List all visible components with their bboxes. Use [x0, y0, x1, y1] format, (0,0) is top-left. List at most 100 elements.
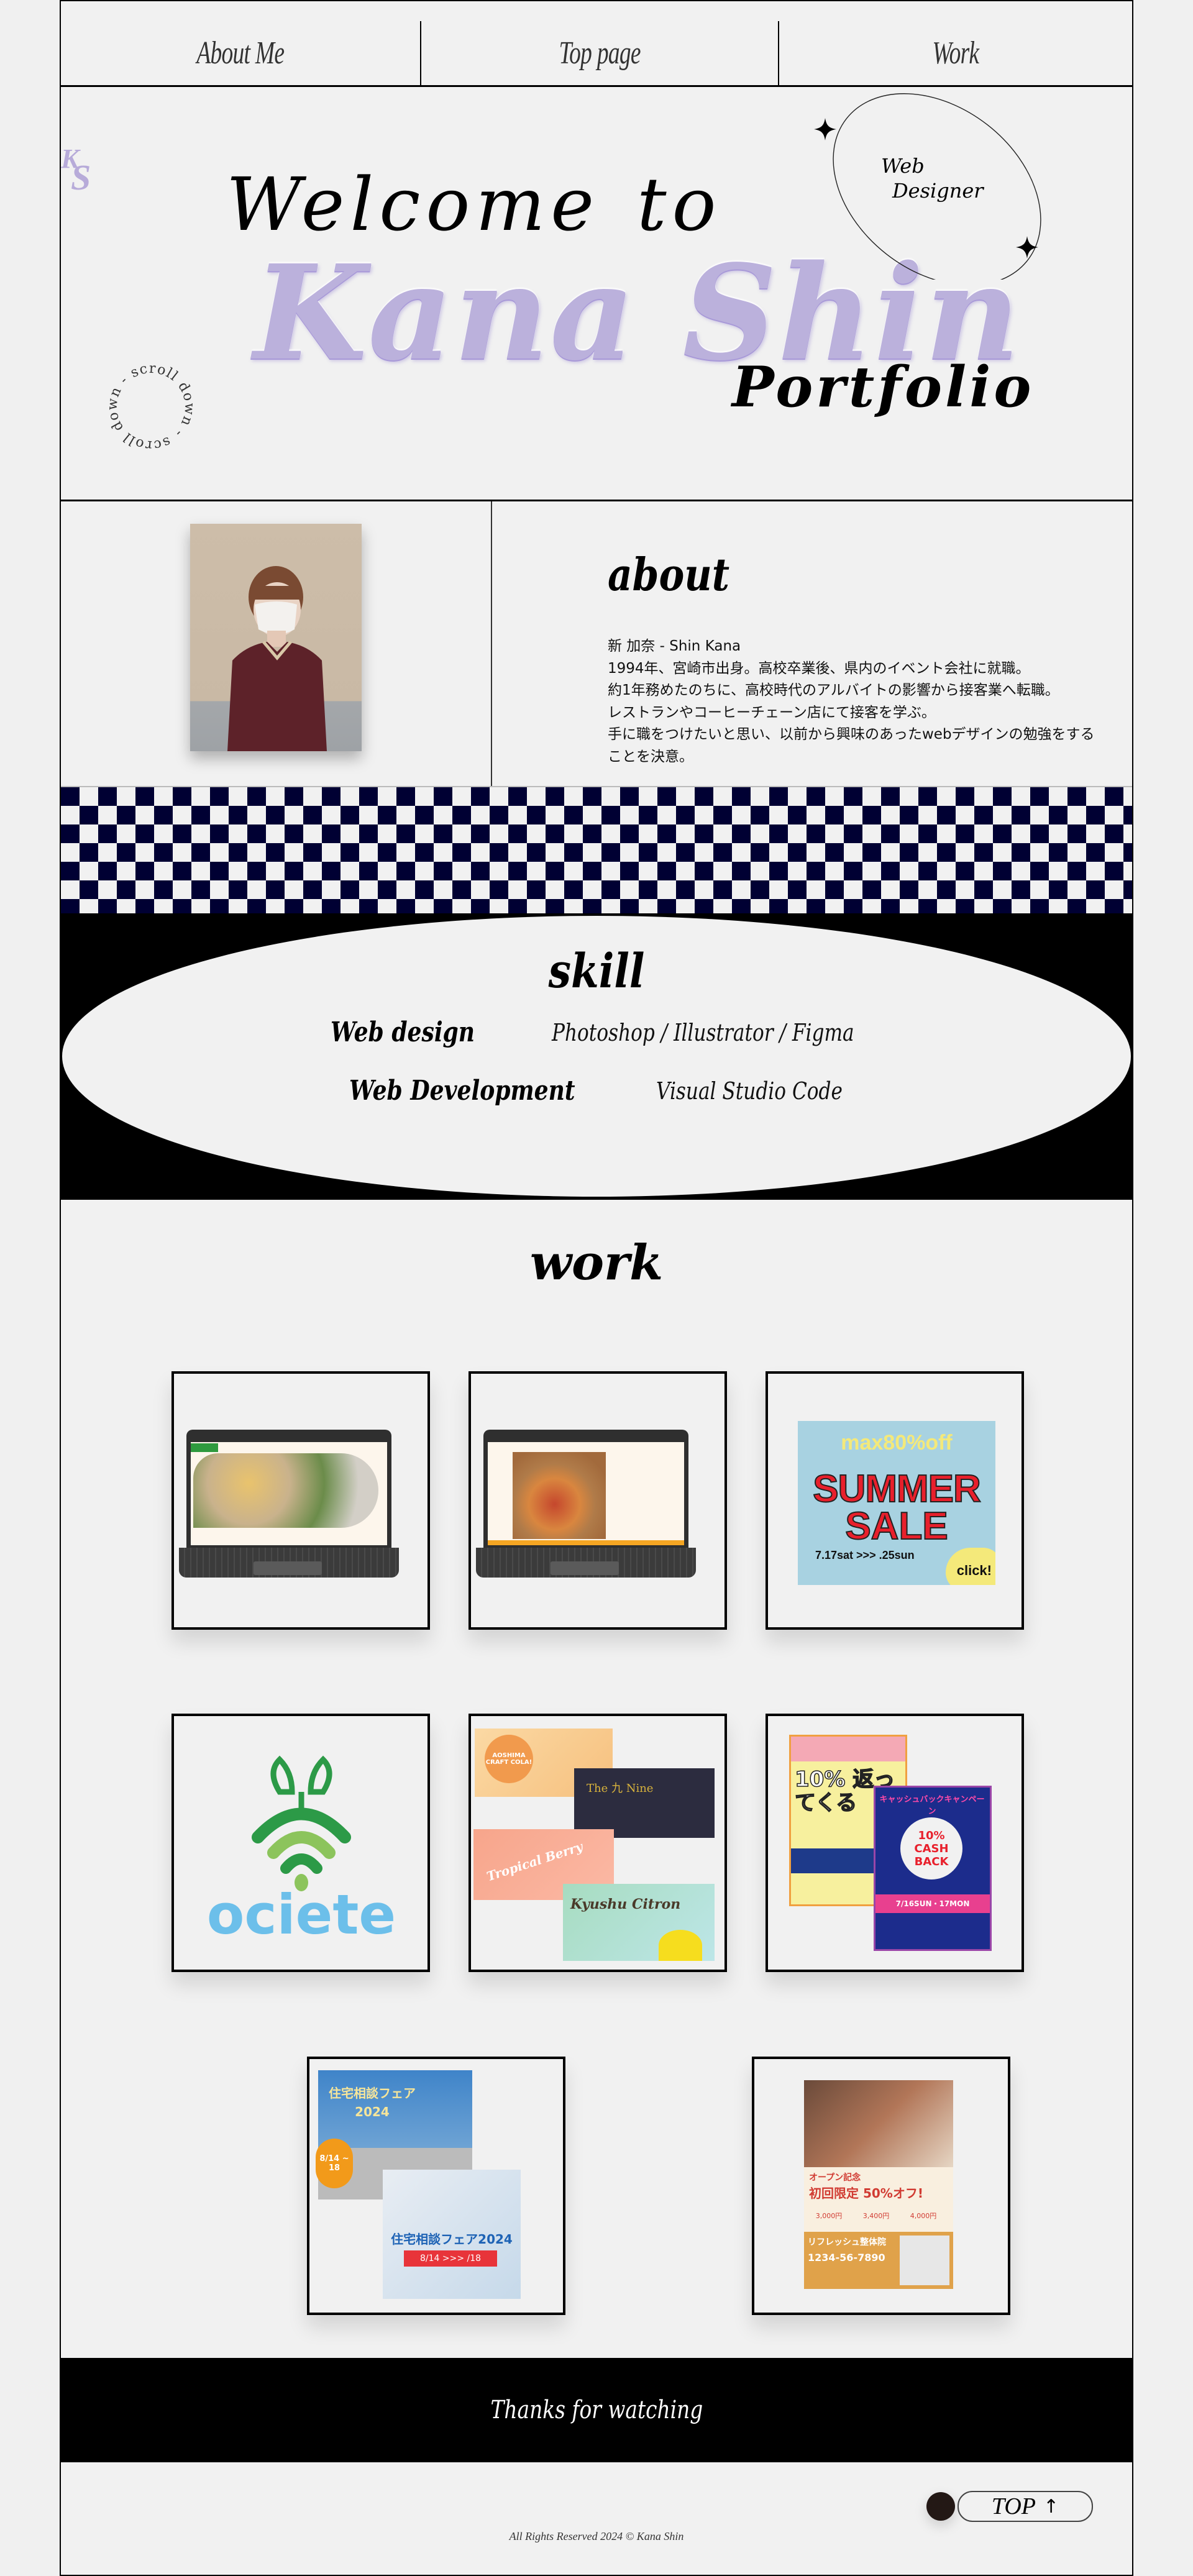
nine-sake-banner: The 九 Nine	[574, 1768, 715, 1838]
clinic-flyer: オープン記念 初回限定 50%オフ! 3,000円 3,400円 4,000円 …	[804, 2080, 953, 2289]
flyer2-title: キャッシュバックキャンペーン	[879, 1795, 985, 1816]
nav-about-me-label: About Me	[196, 35, 285, 71]
about-divider	[491, 501, 492, 786]
clinic-price-2: 3,400円	[862, 2212, 890, 2220]
site-logo	[191, 1443, 218, 1452]
scroll-down-text: scroll down - scroll down -	[104, 360, 198, 454]
summer-sale-banner: max80%off SUMMER SALE 7.17sat >>> .25sun…	[798, 1421, 995, 1585]
nav-about-me[interactable]: About Me	[61, 21, 420, 85]
copyright-text: All Rights Reserved 2024 © Kana Shin	[509, 2530, 684, 2542]
clinic-price-1: 3,000円	[815, 2212, 843, 2220]
about-section: about 新 加奈 - Shin Kana 1994年、宮崎市出身。高校卒業後…	[61, 501, 1132, 787]
bio-line: 手に職をつけたいと思い、以前から興味のあったwebデザインの勉強をする	[608, 726, 1095, 742]
work-card[interactable]: 10% 返ってくる キャッシュバックキャンペーン 10% CASH BACK 7…	[766, 1714, 1024, 1972]
salad-photo	[193, 1453, 378, 1528]
flyer2-date: 7/16SUN・17MON	[875, 1894, 990, 1913]
housing-date-1: 8/14 ~ 18	[316, 2139, 353, 2188]
skill-tools-web-development: Visual Studio Code	[656, 1077, 843, 1105]
website-screenshot	[191, 1442, 387, 1545]
about-bio: 新 加奈 - Shin Kana 1994年、宮崎市出身。高校卒業後、県内のイベ…	[608, 636, 1123, 768]
housing-title-1: 住宅相談フェア 2024	[329, 2086, 416, 2119]
welcome-word: Welcome	[226, 162, 600, 247]
citron-banner: Kyushu Citron	[563, 1884, 715, 1961]
ociete-wordmark: ociete	[207, 1883, 396, 1946]
clinic-map	[900, 2236, 949, 2285]
sparkle-icon	[814, 118, 836, 140]
bio-line: レストランやコーヒーチェーン店にて接客を学ぶ。	[608, 704, 936, 721]
work-card[interactable]: ociete	[171, 1714, 430, 1972]
skill-tools-web-design: Photoshop / Illustrator / Figma	[552, 1019, 854, 1046]
top-button-pill: TOP ↑	[958, 2491, 1093, 2522]
profile-photo-illustration	[227, 566, 327, 751]
clinic-discount-text: 初回限定 50%オフ!	[809, 2186, 923, 2201]
work-card[interactable]: オープン記念 初回限定 50%オフ! 3,000円 3,400円 4,000円 …	[752, 2057, 1010, 2315]
welcome-heading: Welcome to	[226, 162, 722, 247]
leaf-left	[270, 1755, 295, 1795]
bio-line: 1994年、宮崎市出身。高校卒業後、県内のイベント会社に就職。	[608, 660, 1030, 677]
work-card[interactable]	[469, 1371, 727, 1630]
clinic-price-3: 4,000円	[910, 2212, 937, 2220]
sale-headline-sale: SALE	[844, 1504, 948, 1548]
mask-shape	[255, 601, 297, 634]
hero-section: K S Welcome to Kana Shin Portfolio Web De…	[61, 87, 1132, 501]
top-button-dot	[926, 2492, 955, 2521]
cola-label: AOSHIMA CRAFT COLA!	[485, 1735, 533, 1783]
laptop-keyboard	[476, 1548, 696, 1578]
berry-label: Tropical Berry	[485, 1838, 585, 1884]
sale-cta-text: click!	[956, 1563, 992, 1578]
neck-shape	[267, 631, 286, 647]
arrow-up-icon: ↑	[1043, 2495, 1059, 2518]
bio-line: 約1年務めたのちに、高校時代のアルバイトの影響から接客業へ転職。	[608, 682, 1059, 698]
skill-heading: skill	[61, 943, 1132, 998]
housing-date-2: 8/14 >>> /18	[404, 2250, 497, 2267]
nav-top-page-label: Top page	[559, 35, 641, 71]
nav-work[interactable]: Work	[779, 21, 1132, 85]
scroll-down-circle[interactable]: scroll down - scroll down -	[104, 360, 198, 454]
nine-label: The 九 Nine	[587, 1782, 654, 1795]
skill-category-web-design: Web design	[331, 1016, 475, 1048]
flyer-header	[791, 1737, 905, 1761]
signal-arc-2	[267, 1831, 336, 1859]
thanks-banner: Thanks for watching	[61, 2358, 1132, 2462]
skill-heading-text: skill	[548, 943, 645, 998]
skill-section: skill Web design Photoshop / Illustrator…	[61, 913, 1132, 1200]
portfolio-heading: Portfolio	[732, 354, 1035, 420]
lemon-shape	[659, 1930, 702, 1961]
nav-top-page[interactable]: Top page	[421, 21, 778, 85]
role-web: Web	[881, 154, 925, 178]
citron-label: Kyushu Citron	[570, 1896, 681, 1912]
monogram-s: S	[71, 157, 91, 198]
nav-work-label: Work	[932, 35, 979, 71]
pizza-photo	[513, 1452, 606, 1539]
clinic-phone: 1234-56-7890	[808, 2252, 885, 2263]
laptop-keyboard	[179, 1548, 399, 1578]
scroll-down-textpath: scroll down - scroll down -	[104, 360, 198, 454]
thanks-text: Thanks for watching	[490, 2396, 703, 2424]
housing-banner-2: 住宅相談フェア2024 8/14 >>> /18	[383, 2170, 521, 2299]
skill-category-web-development: Web Development	[349, 1075, 575, 1107]
work-card[interactable]: max80%off SUMMER SALE 7.17sat >>> .25sun…	[766, 1371, 1024, 1630]
work-card[interactable]	[171, 1371, 430, 1630]
bio-line: 新 加奈 - Shin Kana	[608, 638, 741, 654]
to-word: to	[637, 162, 722, 247]
clinic-info-band: リフレッシュ整体院 1234-56-7890	[804, 2232, 953, 2289]
checkerboard-divider	[61, 787, 1132, 913]
laptop-mockup	[186, 1430, 391, 1548]
massage-photo	[804, 2080, 953, 2167]
sale-dates: 7.17sat >>> .25sun	[815, 1549, 915, 1561]
site-footer-bar	[488, 1540, 684, 1545]
work-card[interactable]: 住宅相談フェア 2024 8/14 ~ 18 住宅相談フェア2024 8/14 …	[307, 2057, 565, 2315]
ociete-logo: ociete	[207, 1755, 396, 1946]
signal-arc-3	[280, 1853, 322, 1874]
top-label: TOP	[991, 2493, 1036, 2519]
work-card[interactable]: AOSHIMA CRAFT COLA! The 九 Nine Tropical …	[469, 1714, 727, 1972]
flyer2-cashback: 10% CASH BACK	[900, 1817, 962, 1879]
sparkle-icon	[1016, 236, 1038, 258]
about-heading: about	[608, 548, 730, 601]
website-screenshot	[488, 1442, 684, 1545]
leaf-right	[308, 1755, 332, 1795]
work-heading: work	[529, 1235, 664, 1291]
back-to-top-button[interactable]: TOP ↑	[926, 2488, 1093, 2522]
bio-line: ことを決意。	[608, 748, 693, 765]
sale-discount-text: max80%off	[841, 1431, 953, 1455]
